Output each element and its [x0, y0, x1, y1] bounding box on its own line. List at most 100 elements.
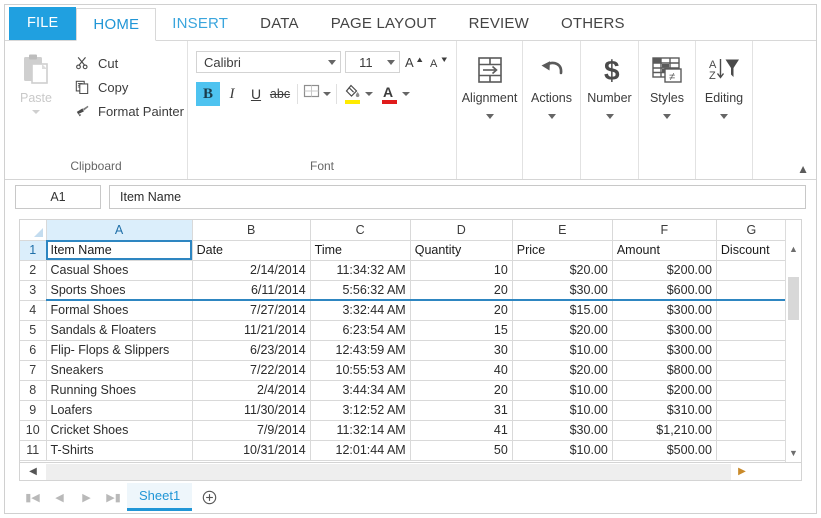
cell-D6[interactable]: 30	[410, 340, 513, 361]
first-sheet-icon[interactable]: ▮◀	[19, 483, 46, 511]
cell-C9[interactable]: 3:12:52 AM	[310, 400, 411, 421]
editing-dropdown-caret[interactable]	[720, 114, 728, 119]
cell-A11[interactable]: T-Shirts	[46, 440, 193, 461]
cell-B6[interactable]: 6/23/2014	[192, 340, 311, 361]
cell-C11[interactable]: 12:01:44 AM	[310, 440, 411, 461]
underline-button[interactable]: U	[244, 82, 268, 106]
paste-button[interactable]: Paste	[5, 45, 67, 114]
cell-G5[interactable]	[716, 320, 787, 341]
cell-A2[interactable]: Casual Shoes	[46, 260, 193, 281]
font-color-button[interactable]: A	[379, 82, 410, 106]
row-header-8[interactable]: 8	[20, 380, 47, 401]
styles-dropdown-caret[interactable]	[663, 114, 671, 119]
tab-insert[interactable]: INSERT	[156, 8, 244, 40]
row-header-7[interactable]: 7	[20, 360, 47, 381]
alignment-dropdown-caret[interactable]	[485, 114, 494, 119]
cell-G7[interactable]	[716, 360, 787, 381]
table-row[interactable]: 1 Item Name Date Time Quantity Price Amount Dis…	[20, 240, 801, 261]
cell-B5[interactable]: 11/21/2014	[192, 320, 311, 341]
editing-button[interactable]: A Z Editing	[696, 45, 752, 119]
alignment-button[interactable]: Alignment	[457, 45, 522, 119]
font-name-combo[interactable]: Calibri	[196, 51, 342, 73]
cell-D2[interactable]: 10	[410, 260, 513, 281]
prev-sheet-icon[interactable]: ◀	[46, 483, 73, 511]
cell-C2[interactable]: 11:34:32 AM	[310, 260, 411, 281]
next-sheet-icon[interactable]: ▶	[73, 483, 100, 511]
cell-E11[interactable]: $10.00	[512, 440, 613, 461]
cell-D4[interactable]: 20	[410, 300, 513, 321]
cell-D7[interactable]: 40	[410, 360, 513, 381]
shrink-font-button[interactable]: A	[429, 51, 450, 73]
cell-F3[interactable]: $600.00	[612, 280, 717, 301]
number-button[interactable]: $ Number	[581, 45, 638, 119]
table-row[interactable]: 9 Loafers 11/30/2014 3:12:52 AM 31 $10.00 $310…	[20, 400, 801, 421]
cell-D3[interactable]: 20	[410, 280, 513, 301]
chevron-right-icon[interactable]: ▶	[729, 464, 755, 480]
cell-A3[interactable]: Sports Shoes	[46, 280, 193, 301]
tab-others[interactable]: OTHERS	[545, 8, 641, 40]
cell-A4[interactable]: Formal Shoes	[46, 300, 193, 321]
row-header-9[interactable]: 9	[20, 400, 47, 421]
cell-B9[interactable]: 11/30/2014	[192, 400, 311, 421]
cell-C1[interactable]: Time	[310, 240, 411, 261]
cell-A6[interactable]: Flip- Flops & Slippers	[46, 340, 193, 361]
font-size-combo[interactable]: 11	[345, 51, 400, 73]
column-header-f[interactable]: F	[612, 220, 717, 241]
table-row[interactable]: 5 Sandals & Floaters 11/21/2014 6:23:54 AM 1…	[20, 320, 801, 341]
cell-E9[interactable]: $10.00	[512, 400, 613, 421]
hscroll-track[interactable]	[46, 463, 731, 480]
borders-button[interactable]	[303, 83, 331, 105]
chevron-up-icon[interactable]: ▲	[786, 241, 801, 257]
paste-dropdown-caret[interactable]	[32, 110, 40, 114]
column-header-d[interactable]: D	[410, 220, 513, 241]
row-header-10[interactable]: 10	[20, 420, 47, 441]
cell-G2[interactable]	[716, 260, 787, 281]
column-header-g[interactable]: G	[716, 220, 787, 241]
cell-E3[interactable]: $30.00	[512, 280, 613, 301]
cell-A7[interactable]: Sneakers	[46, 360, 193, 381]
cell-C8[interactable]: 3:44:34 AM	[310, 380, 411, 401]
cell-D5[interactable]: 15	[410, 320, 513, 341]
table-row[interactable]: 7 Sneakers 7/22/2014 10:55:53 AM 40 $20.00 $80…	[20, 360, 801, 381]
cell-E10[interactable]: $30.00	[512, 420, 613, 441]
table-row[interactable]: 3 Sports Shoes 6/11/2014 5:56:32 AM 20 $30.00…	[20, 280, 801, 301]
vscroll-thumb[interactable]	[788, 277, 799, 320]
cell-C7[interactable]: 10:55:53 AM	[310, 360, 411, 381]
table-row[interactable]: 6 Flip- Flops & Slippers 6/23/2014 12:43:59…	[20, 340, 801, 361]
cell-E4[interactable]: $15.00	[512, 300, 613, 321]
sheet-tab-sheet1[interactable]: Sheet1	[127, 483, 193, 511]
tab-home[interactable]: HOME	[76, 8, 157, 41]
tab-data[interactable]: DATA	[244, 8, 315, 40]
cell-F6[interactable]: $300.00	[612, 340, 717, 361]
formula-input[interactable]: Item Name	[109, 185, 806, 209]
cell-F2[interactable]: $200.00	[612, 260, 717, 281]
cell-E5[interactable]: $20.00	[512, 320, 613, 341]
name-box[interactable]: A1	[15, 185, 101, 209]
row-header-11[interactable]: 11	[20, 440, 47, 461]
cell-A9[interactable]: Loafers	[46, 400, 193, 421]
cell-F5[interactable]: $300.00	[612, 320, 717, 341]
cell-C5[interactable]: 6:23:54 AM	[310, 320, 411, 341]
styles-button[interactable]: ≠ Styles	[639, 45, 695, 119]
row-header-5[interactable]: 5	[20, 320, 47, 341]
cut-button[interactable]: Cut	[67, 51, 187, 75]
cell-D1[interactable]: Quantity	[410, 240, 513, 261]
cell-F10[interactable]: $1,210.00	[612, 420, 717, 441]
column-header-a[interactable]: A	[46, 220, 193, 241]
cell-B8[interactable]: 2/4/2014	[192, 380, 311, 401]
select-all-corner[interactable]	[20, 220, 47, 241]
cell-F4[interactable]: $300.00	[612, 300, 717, 321]
cell-G4[interactable]	[716, 300, 787, 321]
bold-button[interactable]: B	[196, 82, 220, 106]
table-row[interactable]: 10 Cricket Shoes 7/9/2014 11:32:14 AM 41 $30.…	[20, 420, 801, 441]
cell-G9[interactable]	[716, 400, 787, 421]
tab-page-layout[interactable]: PAGE LAYOUT	[315, 8, 453, 40]
tab-file[interactable]: FILE	[9, 7, 77, 40]
last-sheet-icon[interactable]: ▶▮	[100, 483, 127, 511]
cell-D9[interactable]: 31	[410, 400, 513, 421]
chevron-up-icon[interactable]: ▲	[797, 163, 809, 175]
number-dropdown-caret[interactable]	[605, 114, 614, 119]
cell-B10[interactable]: 7/9/2014	[192, 420, 311, 441]
cell-A10[interactable]: Cricket Shoes	[46, 420, 193, 441]
cell-G10[interactable]	[716, 420, 787, 441]
